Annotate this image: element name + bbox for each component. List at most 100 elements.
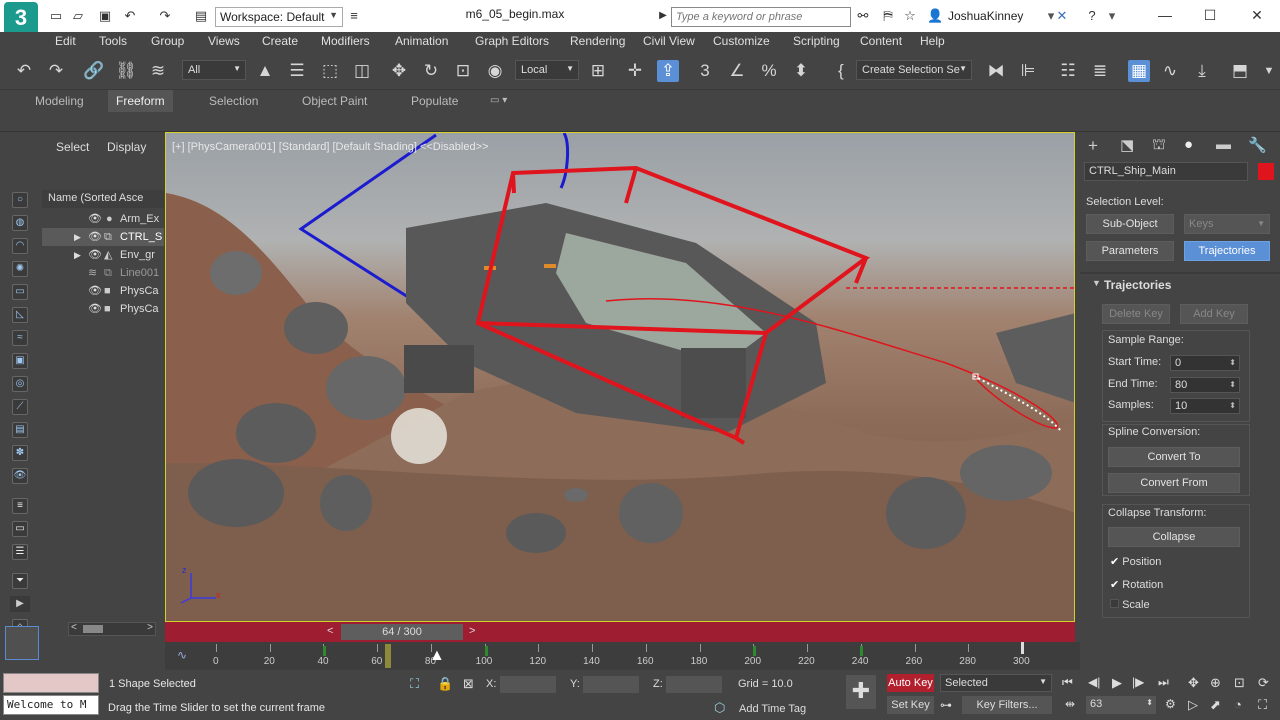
display-shapes-icon[interactable]: ◠	[12, 238, 28, 254]
filter-icon[interactable]: ⏷	[12, 573, 28, 589]
position-checkbox[interactable]: ✔ Position	[1110, 555, 1161, 568]
column-header-name[interactable]: Name (Sorted Asce	[42, 190, 164, 208]
field-of-view-icon[interactable]: ⊡	[1234, 675, 1245, 691]
reference-coordinate-dropdown[interactable]: Local ▼	[515, 60, 579, 80]
app-logo[interactable]: 3	[4, 2, 38, 36]
time-slider[interactable]: 64 / 300	[341, 624, 463, 640]
menu-rendering[interactable]: Rendering	[570, 34, 625, 48]
expand-arrow-icon[interactable]: ▶	[74, 228, 81, 246]
maximize-window-icon[interactable]: ☐	[1200, 5, 1220, 25]
tab-populate[interactable]: Populate	[403, 90, 466, 112]
exchange-apps-icon[interactable]: ✕	[1054, 8, 1070, 24]
scroll-left-icon[interactable]: <	[71, 622, 77, 633]
menu-scripting[interactable]: Scripting	[793, 34, 840, 48]
display-groups-icon[interactable]: ▣	[12, 353, 28, 369]
end-time-spinner[interactable]: 80 ⬍	[1170, 377, 1240, 393]
key-marker[interactable]	[323, 646, 326, 656]
tree-row[interactable]: 👁 ■ PhysCa	[42, 300, 164, 318]
menu-content[interactable]: Content	[860, 34, 902, 48]
bind-space-warp-icon[interactable]: ≋	[147, 60, 169, 82]
communication-center-icon[interactable]: ⛿	[880, 8, 896, 24]
display-xrefs-icon[interactable]: ◎	[12, 376, 28, 392]
move-icon[interactable]: ✥	[388, 60, 410, 82]
motion-panel-icon[interactable]: ●	[1184, 136, 1193, 153]
percent-snap-icon[interactable]: %	[758, 60, 780, 82]
menu-group[interactable]: Group	[151, 34, 184, 48]
material-editor-icon[interactable]: ⬒	[1229, 60, 1251, 82]
display-helpers-icon[interactable]: ◺	[12, 307, 28, 323]
next-key-icon[interactable]: |▶	[1132, 675, 1144, 689]
key-marker[interactable]	[485, 646, 488, 656]
scene-explorer-toggle-icon[interactable]: ☷	[1057, 60, 1079, 82]
help-icon[interactable]: ?	[1084, 8, 1100, 24]
selection-lock-icon[interactable]: 🔒	[437, 676, 453, 692]
pan-view-icon[interactable]: ✥	[1188, 675, 1199, 691]
redo-icon[interactable]: ↷	[45, 60, 67, 82]
set-key-button[interactable]: Set Key	[887, 696, 934, 714]
scroll-right-icon[interactable]: >	[147, 622, 153, 633]
orbit-icon[interactable]: ⟳	[1258, 675, 1269, 691]
spinner-snap-icon[interactable]: ⬍	[790, 60, 812, 82]
convert-to-button[interactable]: Convert To	[1108, 447, 1240, 467]
display-panel-icon[interactable]: ▬	[1216, 136, 1231, 153]
redo-icon[interactable]: ↷	[157, 8, 173, 24]
display-lights-icon[interactable]: ✺	[12, 261, 28, 277]
go-to-start-icon[interactable]: ⏮	[1062, 675, 1073, 690]
tab-display[interactable]: Display	[107, 140, 146, 154]
expand-search-icon[interactable]: ▶	[655, 8, 671, 24]
next-frame-icon[interactable]: >	[469, 625, 475, 637]
horizontal-scrollbar[interactable]: < >	[68, 622, 156, 636]
schematic-view-icon[interactable]: ⤓	[1191, 60, 1213, 82]
toggle-ribbon-icon[interactable]: ▦	[1128, 60, 1150, 82]
menu-create[interactable]: Create	[262, 34, 298, 48]
display-spacewarps-icon[interactable]: ≈	[12, 330, 28, 346]
tab-freeform[interactable]: Freeform	[108, 90, 173, 112]
scale-checkbox[interactable]: Scale	[1110, 599, 1150, 611]
key-filters-button[interactable]: Key Filters...	[962, 696, 1052, 714]
key-mode-toggle-icon[interactable]: ⇹	[1065, 697, 1075, 711]
help-dropdown-icon[interactable]: ▾	[1104, 8, 1120, 24]
pivot-center-icon[interactable]: ⊞	[587, 60, 609, 82]
select-by-name-icon[interactable]: ☰	[286, 60, 308, 82]
collapse-button[interactable]: Collapse	[1108, 527, 1240, 547]
menu-edit[interactable]: Edit	[55, 34, 76, 48]
display-containers-icon[interactable]: ▤	[12, 422, 28, 438]
viewport-label[interactable]: [+] [PhysCamera001] [Standard] [Default …	[172, 141, 488, 153]
tree-row[interactable]: ≋ ⧉ Line001	[42, 264, 164, 282]
create-panel-icon[interactable]: +	[1088, 136, 1098, 156]
save-icon[interactable]: ▣	[97, 8, 113, 24]
rollout-collapse-icon[interactable]: ▼	[1092, 278, 1101, 288]
sub-object-button[interactable]: Sub-Object	[1086, 214, 1174, 234]
open-file-icon[interactable]: ▱	[70, 8, 86, 24]
object-name-field[interactable]: CTRL_Ship_Main	[1084, 162, 1248, 181]
display-bones-icon[interactable]: ⟋	[12, 399, 28, 415]
keys-dropdown[interactable]: Keys ▼	[1184, 214, 1270, 234]
time-slider-track[interactable]: < 64 / 300 >	[165, 622, 1075, 642]
display-frozen-icon[interactable]: 👁	[12, 468, 28, 484]
dolly-icon[interactable]: ⬈	[1210, 697, 1221, 713]
scroll-thumb[interactable]	[83, 625, 103, 633]
rotate-icon[interactable]: ↻	[420, 60, 442, 82]
favorites-star-icon[interactable]: ☆	[902, 8, 918, 24]
toolbar-overflow-icon[interactable]: ▼	[1258, 60, 1280, 82]
angle-snap-icon[interactable]: ∠	[726, 60, 748, 82]
eye-icon[interactable]: 👁	[88, 228, 102, 246]
keyboard-shortcut-override-icon[interactable]: ⇪	[657, 60, 679, 82]
delete-key-button[interactable]: Delete Key	[1102, 304, 1170, 324]
eye-icon[interactable]: 👁	[88, 282, 102, 300]
menu-civil-view[interactable]: Civil View	[643, 34, 695, 48]
current-frame-field[interactable]: 63 ⬍	[1086, 696, 1156, 714]
rectangular-selection-icon[interactable]: ⬚	[319, 60, 341, 82]
object-color-swatch[interactable]	[1258, 163, 1274, 180]
set-key-big-icon[interactable]: ✚	[846, 675, 876, 709]
undo-icon[interactable]: ↶	[122, 8, 138, 24]
utilities-panel-icon[interactable]: 🔧	[1248, 136, 1267, 154]
user-icon[interactable]: 👤	[927, 8, 943, 24]
search-input[interactable]	[671, 7, 851, 27]
display-cameras-icon[interactable]: ▭	[12, 284, 28, 300]
menu-animation[interactable]: Animation	[395, 34, 448, 48]
menu-views[interactable]: Views	[208, 34, 240, 48]
named-selection-sets-dropdown[interactable]: Create Selection Se ▼	[856, 60, 972, 80]
window-crossing-icon[interactable]: ◫	[351, 60, 373, 82]
play-icon[interactable]: ▶	[1112, 675, 1122, 691]
